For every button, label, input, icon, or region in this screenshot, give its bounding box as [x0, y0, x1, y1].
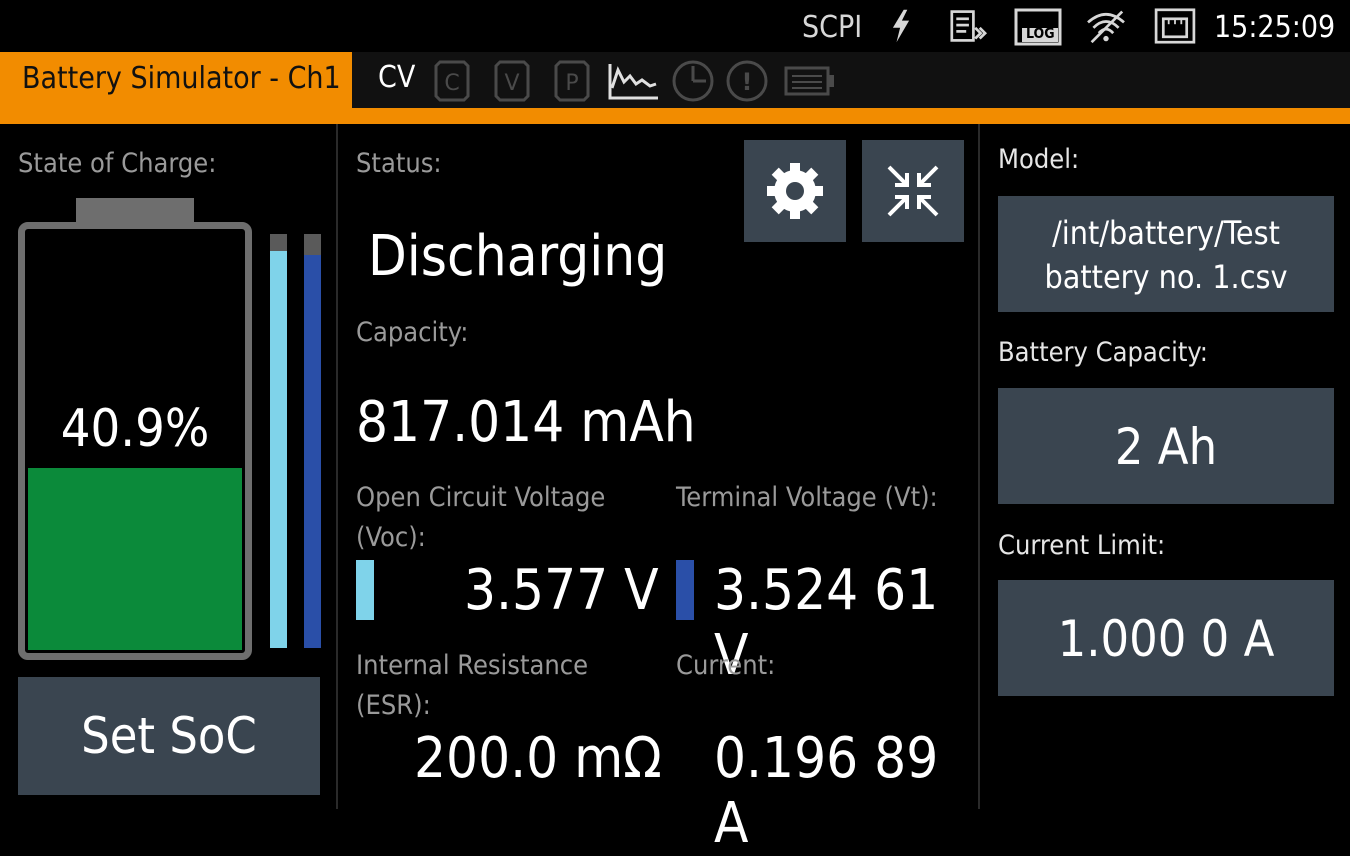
vt-level-bar	[304, 255, 321, 648]
mode-cv-label: CV	[378, 60, 416, 95]
settings-button[interactable]	[744, 140, 846, 242]
timer-indicator-icon	[672, 60, 714, 102]
battery-graphic: 40.9%	[18, 222, 252, 660]
wifi-icon[interactable]	[1082, 8, 1130, 44]
capacity-value: 817.014 mAh	[356, 390, 696, 455]
waveform-indicator-icon	[608, 64, 658, 100]
model-label: Model:	[998, 144, 1080, 175]
esr-label: Internal Resistance	[356, 650, 589, 681]
current-value: 0.196 89 A	[714, 726, 939, 856]
status-value: Discharging	[368, 224, 668, 289]
voc-value: 3.577 V	[464, 558, 659, 623]
vt-color-marker	[676, 560, 694, 620]
svg-text:C: C	[444, 71, 459, 96]
svg-text:!: !	[742, 68, 753, 96]
esr-label-unit: (ESR):	[356, 690, 431, 721]
model-file-line2: battery no. 1.csv	[1044, 258, 1288, 296]
esr-value: 200.0 mΩ	[414, 726, 662, 791]
collapse-button[interactable]	[862, 140, 964, 242]
current-limit-button[interactable]: 1.000 0 A	[998, 580, 1334, 696]
battery-terminal	[76, 198, 194, 224]
status-bar: SCPI LOG 15:25:09	[0, 0, 1350, 52]
model-file-line1: /int/battery/Test	[1052, 214, 1280, 252]
p-indicator-icon: P	[554, 60, 590, 102]
collapse-icon	[887, 165, 939, 217]
battery-capacity-label: Battery Capacity:	[998, 337, 1208, 368]
battery-capacity-button[interactable]: 2 Ah	[998, 388, 1334, 504]
gear-icon	[767, 163, 823, 219]
svg-text:P: P	[565, 71, 578, 96]
set-soc-button[interactable]: Set SoC	[18, 677, 320, 795]
accent-divider	[0, 108, 1350, 124]
settings-panel: Model: /int/battery/Test battery no. 1.c…	[978, 124, 1350, 809]
capacity-label: Capacity:	[356, 317, 469, 348]
soc-panel: State of Charge: 40.9% Set SoC	[0, 124, 334, 809]
scpi-label: SCPI	[802, 10, 863, 45]
remote-icon[interactable]	[946, 8, 990, 44]
svg-text:V: V	[504, 71, 519, 96]
voc-level-track	[270, 234, 287, 648]
vt-level-track	[304, 234, 321, 648]
c-indicator-icon: C	[434, 60, 470, 102]
battery-capacity-value: 2 Ah	[1114, 418, 1218, 476]
model-file-button[interactable]: /int/battery/Test battery no. 1.csv	[998, 196, 1334, 312]
status-panel: Status: Discharging Capacity: 817.014 mA…	[336, 124, 978, 856]
current-label: Current:	[676, 650, 776, 681]
soc-label: State of Charge:	[18, 148, 217, 179]
lightning-icon	[892, 9, 910, 43]
v-indicator-icon: V	[494, 60, 530, 102]
voc-color-marker	[356, 560, 374, 620]
battery-indicator-icon	[784, 66, 834, 96]
warning-indicator-icon: !	[726, 60, 768, 102]
clock: 15:25:09	[1214, 10, 1336, 45]
soc-percent: 40.9%	[60, 399, 210, 459]
status-label: Status:	[356, 148, 442, 179]
voc-level-bar	[270, 251, 287, 648]
vt-label: Terminal Voltage (Vt):	[676, 482, 938, 513]
tab-title: Battery Simulator - Ch1	[22, 61, 341, 96]
current-limit-label: Current Limit:	[998, 530, 1166, 561]
voc-label: Open Circuit Voltage	[356, 482, 606, 513]
tab-battery-simulator[interactable]: Battery Simulator - Ch1	[0, 52, 352, 108]
voc-label-unit: (Voc):	[356, 522, 426, 553]
lan-icon[interactable]	[1152, 8, 1198, 44]
current-limit-value: 1.000 0 A	[1057, 610, 1275, 668]
soc-fill	[28, 468, 242, 650]
log-icon[interactable]: LOG	[1014, 8, 1064, 46]
